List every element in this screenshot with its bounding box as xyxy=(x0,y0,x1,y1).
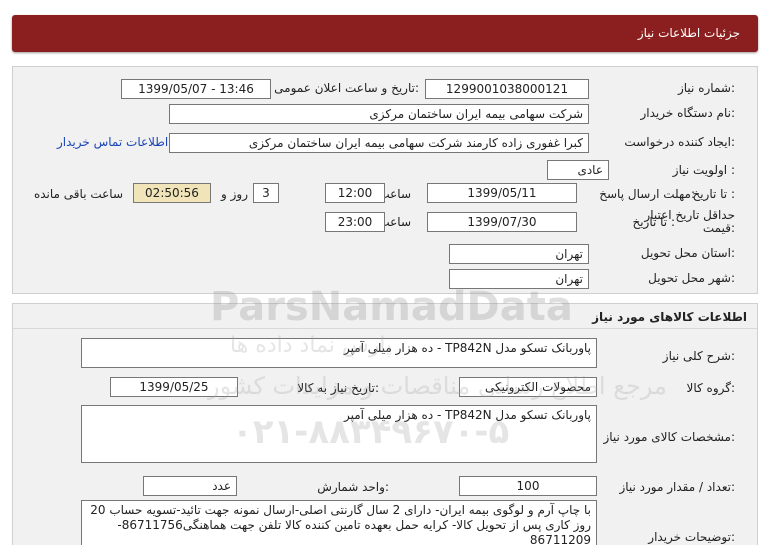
priority-label: اولویت نیاز : xyxy=(672,163,735,177)
deadline-date-field[interactable]: 1399/05/11 xyxy=(427,183,577,203)
time-remaining-field[interactable]: 02:50:56 xyxy=(133,183,211,203)
group-label: گروه کالا: xyxy=(686,381,736,395)
need-details-panel: شماره نیاز: 1299001038000121 تاریخ و ساع… xyxy=(12,66,758,294)
deadline-label: مهلت ارسال پاسخ: xyxy=(599,187,695,201)
need-number-field[interactable]: 1299001038000121 xyxy=(425,79,589,99)
section-divider xyxy=(13,328,757,329)
need-number-label: شماره نیاز: xyxy=(677,81,735,95)
province-label: استان محل تحویل: xyxy=(640,246,735,260)
buyer-notes-field[interactable]: با چاپ آرم و لوگوی بیمه ایران- دارای 2 س… xyxy=(81,500,597,545)
unit-field[interactable]: عدد xyxy=(143,476,237,496)
buyer-field[interactable]: شرکت سهامی بیمه ایران ساختمان مرکزی xyxy=(169,104,589,124)
deadline-time-field[interactable]: 12:00 xyxy=(325,183,385,203)
creator-label: ایجاد کننده درخواست: xyxy=(624,135,735,149)
validity-date-field[interactable]: 1399/07/30 xyxy=(427,212,577,232)
notes-label: توضیحات خریدار: xyxy=(648,530,735,544)
unit-label: واحد شمارش: xyxy=(317,480,389,494)
validity-label-2: قیمت: xyxy=(702,221,735,235)
need-date-label: تاریخ نیاز به کالا: xyxy=(297,381,379,395)
goods-section-title: اطلاعات کالاهای مورد نیاز xyxy=(592,310,747,324)
days-remaining-field[interactable]: 3 xyxy=(253,183,279,203)
page-header: جزئیات اطلاعات نیاز xyxy=(12,15,758,52)
summary-label: شرح کلی نیاز: xyxy=(662,349,735,363)
deadline-to-date-label: تا تاریخ : xyxy=(692,187,735,201)
group-field[interactable]: محصولات الکترونیکی xyxy=(459,377,597,397)
creator-field[interactable]: کبرا غفوری زاده کارمند شرکت سهامی بیمه ا… xyxy=(169,133,589,153)
buyer-label: نام دستگاه خریدار: xyxy=(640,106,736,120)
spec-field[interactable]: پاوربانک تسکو مدل TP842N - ده هزار میلی … xyxy=(81,405,597,463)
announce-field[interactable]: 1399/05/07 - 13:46 xyxy=(121,79,271,99)
summary-field[interactable]: پاوربانک تسکو مدل TP842N - ده هزار میلی … xyxy=(81,338,597,368)
time-remaining-label: ساعت باقی مانده xyxy=(33,187,123,201)
validity-to-date-label: تا تاریخ : xyxy=(632,215,675,229)
city-field[interactable]: تهران xyxy=(449,269,589,289)
qty-label: تعداد / مقدار مورد نیاز: xyxy=(619,480,735,494)
validity-time-field[interactable]: 23:00 xyxy=(325,212,385,232)
need-date-field[interactable]: 1399/05/25 xyxy=(110,377,238,397)
qty-field[interactable]: 100 xyxy=(459,476,597,496)
page-title: جزئیات اطلاعات نیاز xyxy=(637,26,740,40)
goods-panel: اطلاعات کالاهای مورد نیاز شرح کلی نیاز: … xyxy=(12,303,758,545)
days-label: روز و xyxy=(221,187,248,201)
spec-label: مشخصات کالای مورد نیاز: xyxy=(603,430,735,444)
announce-label: تاریخ و ساعت اعلان عمومی: xyxy=(274,81,419,95)
province-field[interactable]: تهران xyxy=(449,244,589,264)
priority-field[interactable]: عادی xyxy=(547,160,609,180)
city-label: شهر محل تحویل: xyxy=(648,271,735,285)
contact-buyer-link[interactable]: اطلاعات تماس خریدار xyxy=(57,135,168,149)
